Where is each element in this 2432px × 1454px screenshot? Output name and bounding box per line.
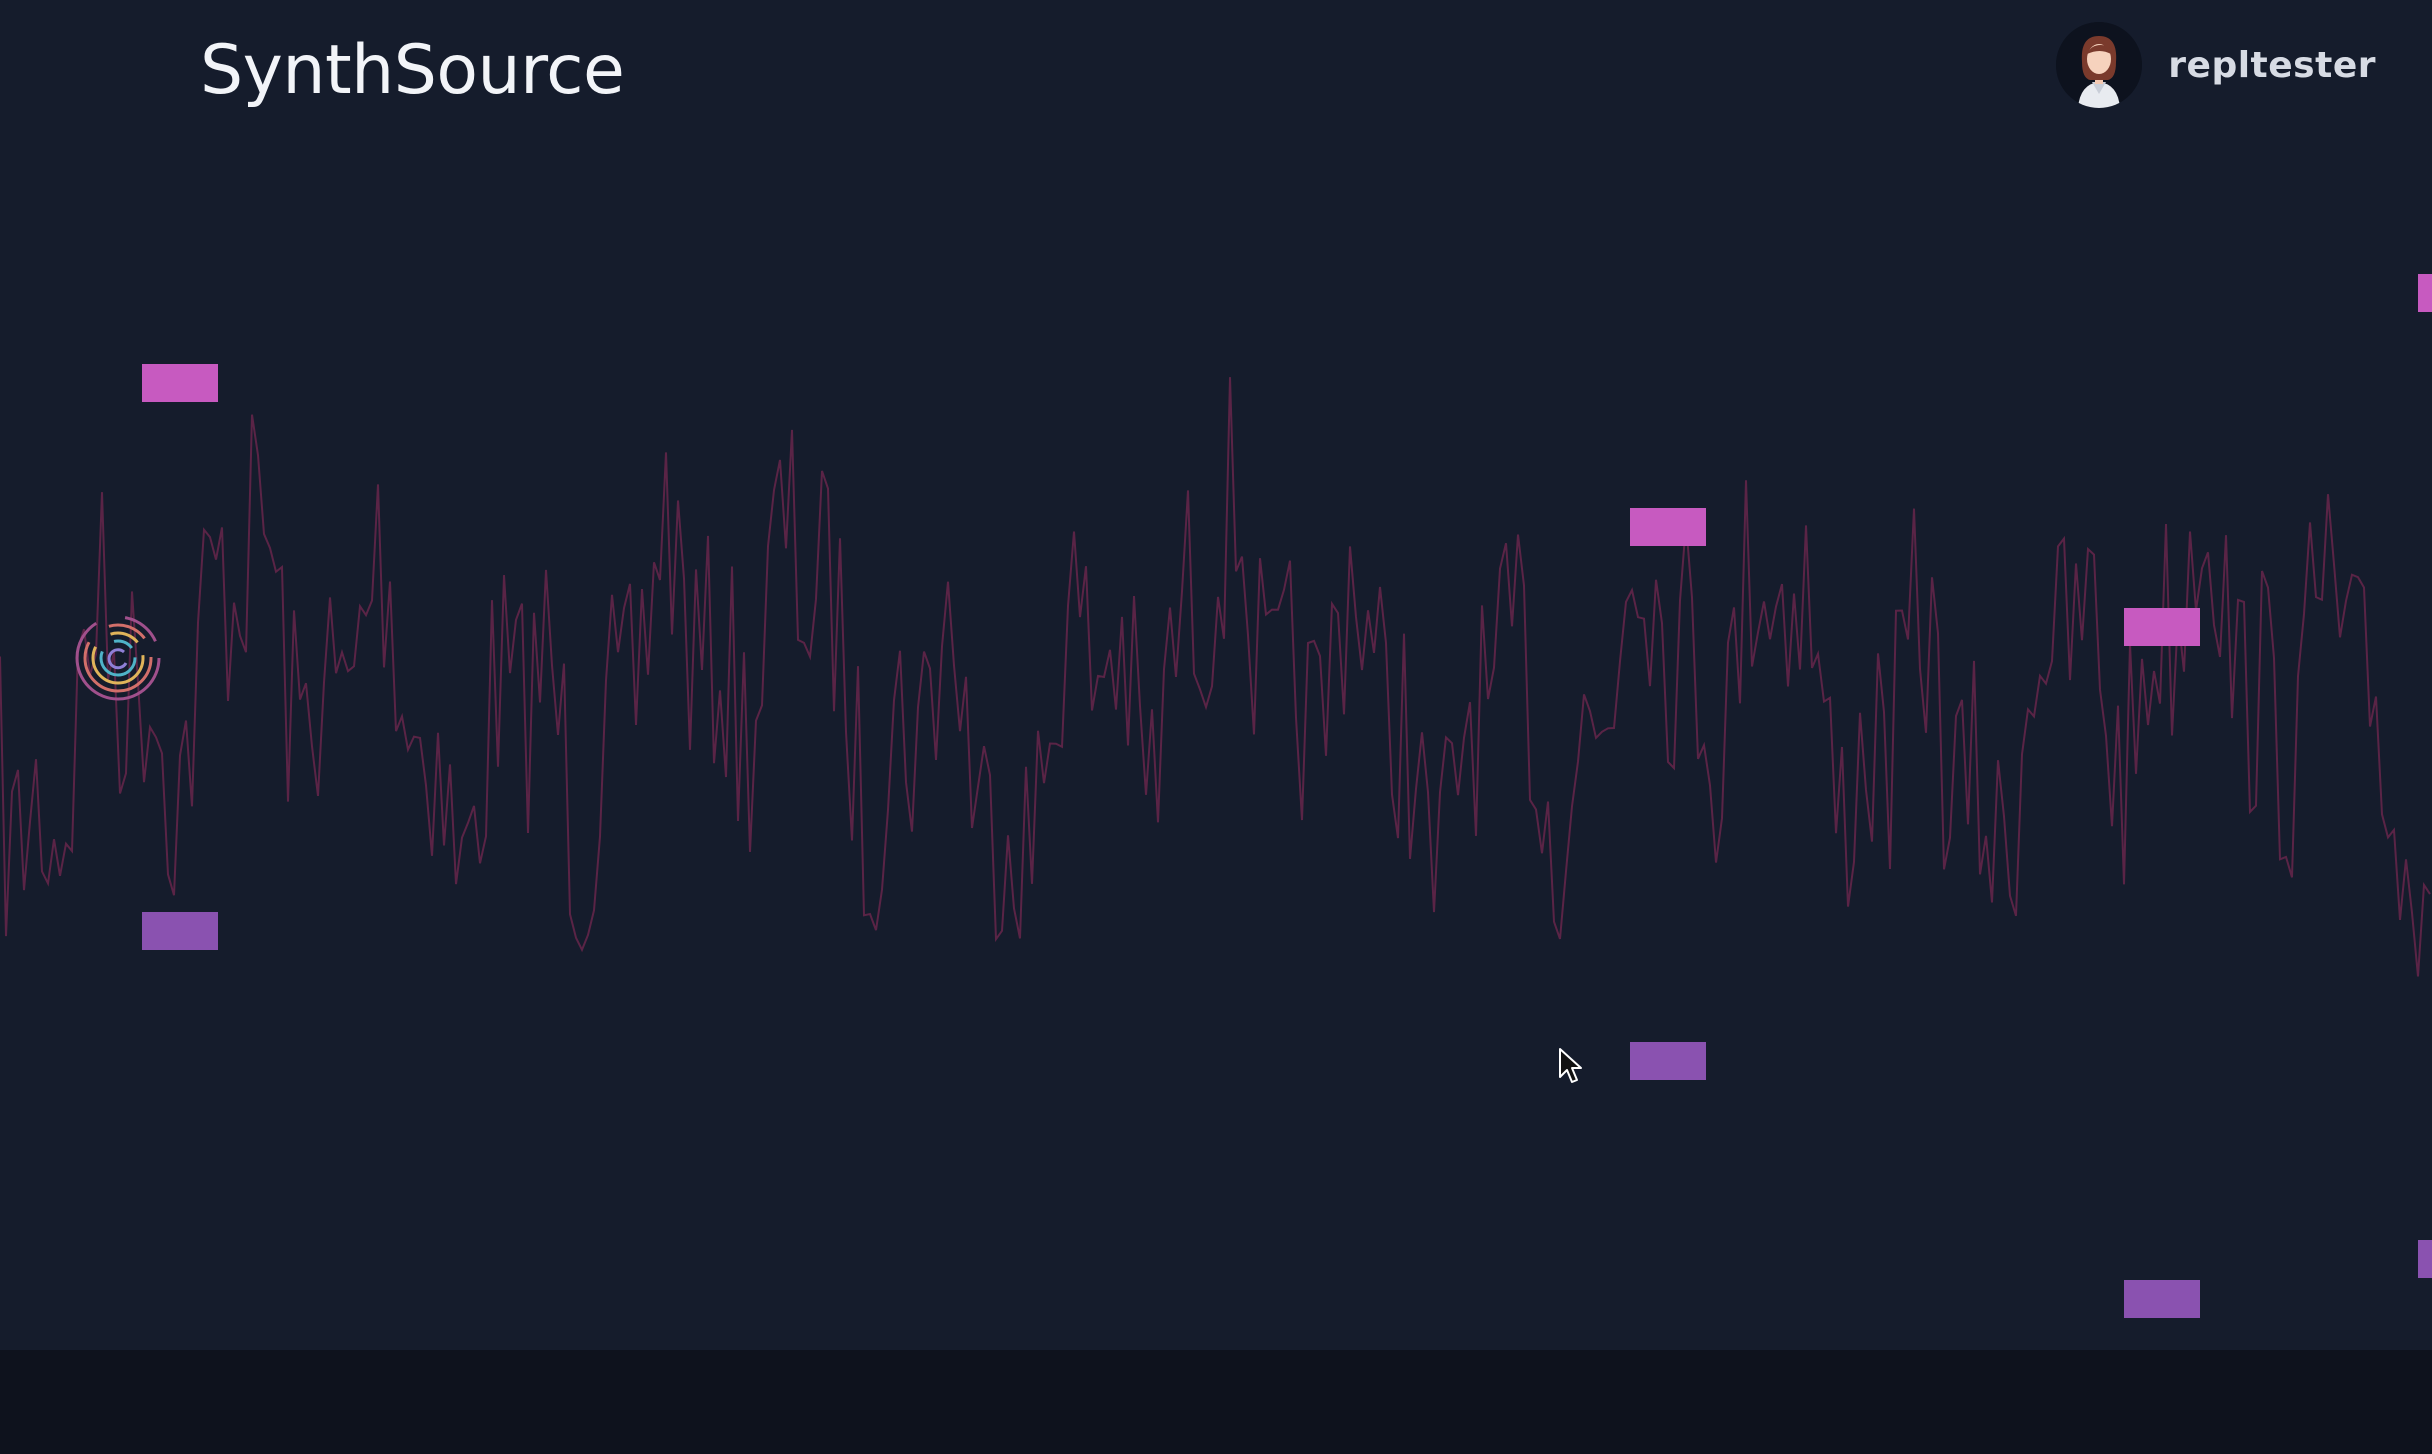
app-title: SynthSource <box>200 31 625 110</box>
note-block-low <box>2124 1280 2200 1318</box>
note-blocks <box>142 274 2432 1318</box>
user-avatar-icon[interactable] <box>2056 22 2143 108</box>
note-block-high <box>2418 274 2432 312</box>
player-marker[interactable] <box>75 615 161 701</box>
user-profile[interactable]: repltester <box>2056 20 2376 110</box>
note-block-high <box>1630 508 1706 546</box>
note-block-high <box>142 364 218 402</box>
waveform <box>0 377 2431 977</box>
note-block-high <box>2124 608 2200 646</box>
note-block-low <box>1630 1042 1706 1080</box>
note-block-low <box>2418 1240 2432 1278</box>
playfield <box>0 274 2432 1318</box>
mouse-cursor-icon <box>1559 1048 1582 1083</box>
note-block-low <box>142 912 218 950</box>
username: repltester <box>2168 44 2376 86</box>
game-screen: SynthSource repltester <box>0 0 2432 1454</box>
bottom-bar <box>0 1350 2432 1454</box>
